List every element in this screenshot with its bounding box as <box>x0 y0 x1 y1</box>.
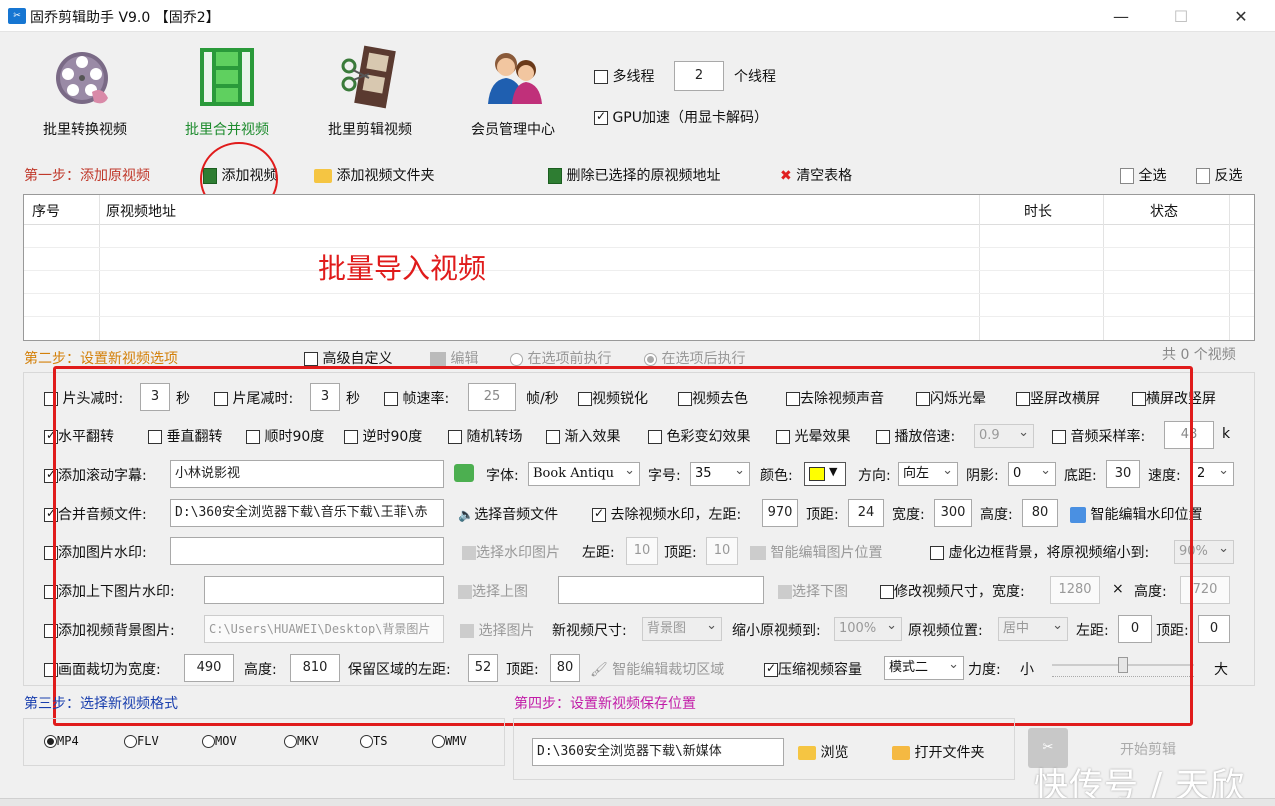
title-bar: ✂ 固乔剪辑助手 V9.0 【固乔2】 — ☐ ✕ <box>0 0 1275 32</box>
pos-top-input[interactable]: 0 <box>1198 615 1230 643</box>
add-folder-label: 添加视频文件夹 <box>336 168 435 184</box>
format-label: MP4 <box>57 734 79 748</box>
browse-label: 浏览 <box>820 745 849 761</box>
table-header: 序号 原视频地址 时长 状态 <box>24 195 1254 225</box>
select-all-button[interactable]: 全选 <box>1120 165 1166 185</box>
step4-title: 第四步：设置新视频保存位置 <box>514 696 696 712</box>
col-index: 序号 <box>32 204 60 220</box>
col-status: 状态 <box>1150 204 1178 220</box>
advanced-checkbox[interactable]: 高级自定义 <box>304 348 392 368</box>
film-strip-green-icon <box>200 48 254 106</box>
batch-convert-button[interactable]: 批里转换视频 <box>30 40 140 140</box>
close-button[interactable]: ✕ <box>1218 4 1264 30</box>
folder-icon <box>314 169 332 183</box>
radio-icon[interactable] <box>124 735 137 748</box>
edit-icon <box>430 352 446 366</box>
after-label: 在选项后执行 <box>661 351 746 367</box>
samplerate-unit: k <box>1222 426 1231 442</box>
users-icon <box>488 53 542 104</box>
video-table[interactable]: 序号 原视频地址 时长 状态 批量导入视频 <box>23 194 1255 341</box>
format-radio-wmv[interactable]: WMV <box>432 734 467 748</box>
col-duration: 时长 <box>1024 204 1052 220</box>
toolbar-label-merge: 批里合并视频 <box>185 122 269 138</box>
edit-label: 编辑 <box>450 351 479 367</box>
step1-title: 第一步：添加原视频 <box>24 168 150 184</box>
col-path: 原视频地址 <box>106 204 176 220</box>
format-radio-mkv[interactable]: MKV <box>284 734 319 748</box>
checkbox-icon[interactable] <box>594 70 608 84</box>
scroll-speed-select[interactable]: 2 <box>1192 462 1234 486</box>
gpu-label: GPU加速（用显卡解码） <box>612 110 768 126</box>
clear-table-label: 清空表格 <box>796 168 853 184</box>
page-icon <box>1196 168 1210 184</box>
step2-title: 第二步：设置新视频选项 <box>24 351 178 367</box>
open-folder-button[interactable]: 打开文件夹 <box>892 742 984 762</box>
format-label: FLV <box>137 734 159 748</box>
window-title: 固乔剪辑助手 V9.0 【固乔2】 <box>30 10 220 26</box>
radio-icon[interactable] <box>360 735 373 748</box>
film-reel-icon <box>56 52 108 104</box>
folder-open-icon <box>892 746 910 760</box>
gpu-checkbox[interactable]: GPU加速（用显卡解码） <box>594 107 768 127</box>
browse-button[interactable]: 浏览 <box>798 742 848 762</box>
edit-button[interactable]: 编辑 <box>430 348 478 368</box>
checkbox-icon[interactable] <box>594 109 608 125</box>
status-strip <box>0 798 1275 806</box>
format-label: WMV <box>445 734 467 748</box>
minimize-button[interactable]: — <box>1098 4 1144 30</box>
after-radio[interactable]: 在选项后执行 <box>644 348 745 368</box>
delete-selected-label: 删除已选择的原视频地址 <box>566 168 721 184</box>
invert-selection-button[interactable]: 反选 <box>1196 165 1242 185</box>
format-radio-ts[interactable]: TS <box>360 734 387 748</box>
advanced-label: 高级自定义 <box>322 351 393 367</box>
format-label: MKV <box>297 734 319 748</box>
checkbox-icon[interactable] <box>304 352 318 366</box>
format-label: MOV <box>215 734 237 748</box>
before-radio[interactable]: 在选项前执行 <box>510 348 611 368</box>
multithread-checkbox[interactable]: 多线程 <box>594 66 654 86</box>
save-path-input[interactable]: D:\360安全浏览器下载\新媒体 <box>532 738 784 766</box>
open-folder-label: 打开文件夹 <box>914 745 985 761</box>
multithread-label: 多线程 <box>612 69 655 85</box>
step3-title: 第三步：选择新视频格式 <box>24 696 178 712</box>
radio-icon[interactable] <box>284 735 297 748</box>
before-label: 在选项前执行 <box>527 351 612 367</box>
toolbar-label-convert: 批里转换视频 <box>43 122 127 138</box>
delete-selected-button[interactable]: 删除已选择的原视频地址 <box>548 165 720 185</box>
clear-table-button[interactable]: ✖ 清空表格 <box>780 165 852 185</box>
video-count: 共 0 个视频 <box>1162 347 1236 363</box>
invert-label: 反选 <box>1214 168 1243 184</box>
member-center-button[interactable]: 会员管理中心 <box>458 40 568 140</box>
radio-icon[interactable] <box>510 352 523 366</box>
format-radio-mov[interactable]: MOV <box>202 734 237 748</box>
film-delete-icon <box>548 168 562 184</box>
scissors-icon: ✂ <box>8 8 26 24</box>
batch-cut-button[interactable]: 批里剪辑视频 <box>315 40 425 140</box>
thread-count-input[interactable]: 2 <box>674 61 724 91</box>
page-icon <box>1120 168 1134 184</box>
thread-unit-label: 个线程 <box>734 69 776 85</box>
folder-search-icon <box>798 746 816 760</box>
format-label: TS <box>373 734 388 748</box>
start-button[interactable]: 开始剪辑 <box>1120 739 1176 759</box>
batch-merge-button[interactable]: 批里合并视频 <box>172 40 282 140</box>
format-radio-flv[interactable]: FLV <box>124 734 159 748</box>
red-x-icon: ✖ <box>780 168 792 184</box>
radio-icon[interactable] <box>432 735 445 748</box>
format-radio-mp4[interactable]: MP4 <box>44 734 79 748</box>
highlight-box <box>53 366 1193 726</box>
toolbar-label-member: 会员管理中心 <box>471 122 555 138</box>
radio-icon[interactable] <box>44 735 57 748</box>
radio-icon[interactable] <box>644 352 657 366</box>
film-cut-icon <box>341 45 396 109</box>
strength-big-label: 大 <box>1214 662 1228 678</box>
select-all-label: 全选 <box>1138 168 1167 184</box>
toolbar-label-cut: 批里剪辑视频 <box>328 122 412 138</box>
maximize-button[interactable]: ☐ <box>1158 4 1204 30</box>
add-folder-button[interactable]: 添加视频文件夹 <box>314 165 434 185</box>
radio-icon[interactable] <box>202 735 215 748</box>
batch-import-overlay: 批量导入视频 <box>318 252 487 285</box>
